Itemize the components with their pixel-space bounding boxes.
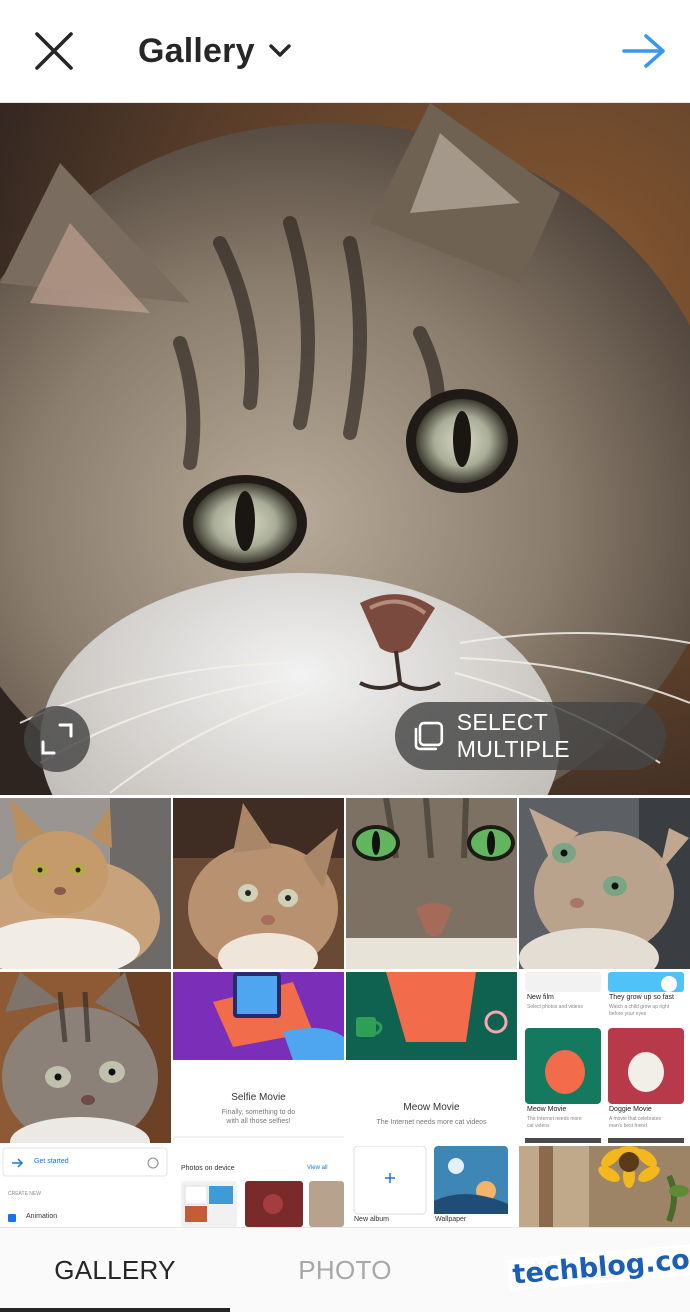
layers-icon (414, 721, 444, 751)
grid-thumbnail-1[interactable] (0, 798, 171, 969)
grid-thumbnail-5[interactable] (0, 972, 171, 1143)
media-grid: Selfie Movie Finally, something to do wi… (0, 795, 690, 1227)
selfie-movie-line-2: with all those selfies! (226, 1118, 291, 1125)
grow-up-sub-2: before your eyes (609, 1011, 647, 1017)
arrow-right-icon (622, 34, 665, 68)
get-started-label: Get started (34, 1158, 69, 1165)
wallpaper-label: Wallpaper (435, 1216, 467, 1223)
new-album-preview (353, 1146, 508, 1215)
close-icon (35, 32, 73, 70)
photos-on-device-label: Photos on device (181, 1165, 235, 1172)
new-album-label: New album (354, 1216, 390, 1223)
doggie-movie-sub-1: A movie that celebrates (609, 1116, 661, 1122)
meow-movie-subtitle: The Internet needs more cat videos (376, 1119, 487, 1126)
view-all-label: View all (307, 1165, 328, 1171)
selfie-movie-title: Selfie Movie (231, 1092, 286, 1103)
kitten-preview-image (0, 103, 690, 795)
doggie-movie-sub-2: man's best friend (609, 1123, 647, 1129)
grid-thumbnail-8[interactable]: New film Select photos and videos They g… (519, 972, 690, 1143)
selfie-movie-line-1: Finally, something to do (221, 1109, 296, 1116)
cat-photo-thumbnail (0, 798, 171, 969)
tab-gallery[interactable]: GALLERY (0, 1228, 230, 1312)
meow-movie-sub-2: cat videos (527, 1123, 550, 1129)
chevron-down-icon (269, 44, 291, 57)
meow-movie-title: Meow Movie (403, 1102, 460, 1113)
grow-up-sub-1: Watch a child grow up right (609, 1004, 670, 1010)
next-button[interactable] (616, 25, 672, 77)
grid-thumbnail-12[interactable] (519, 1146, 690, 1227)
grid-thumbnail-10[interactable]: Photos on device View all (173, 1146, 344, 1227)
grid-thumbnail-11[interactable]: New album Wallpaper (346, 1146, 517, 1227)
grid-thumbnail-9[interactable]: Get started CREATE NEW Animation (0, 1146, 171, 1227)
select-multiple-button[interactable]: SELECT MULTIPLE (395, 702, 666, 770)
cat-photo-thumbnail (519, 798, 690, 969)
meow-illustration (346, 972, 517, 1143)
grid-thumbnail-4[interactable] (519, 798, 690, 969)
sunflower-photo-thumbnail (519, 1146, 690, 1227)
new-film-sub: Select photos and videos (527, 1004, 583, 1010)
create-new-label: CREATE NEW (8, 1191, 41, 1197)
expand-crop-button[interactable] (24, 706, 90, 772)
select-multiple-label: SELECT MULTIPLE (456, 709, 570, 762)
gallery-source-dropdown[interactable]: Gallery (138, 26, 291, 76)
active-tab-indicator (0, 1308, 230, 1312)
new-film-label: New film (527, 994, 554, 1001)
close-button[interactable] (28, 25, 80, 77)
meow-movie-label: Meow Movie (527, 1106, 567, 1113)
grid-thumbnail-2[interactable] (173, 798, 344, 969)
cat-photo-thumbnail (346, 798, 517, 969)
page-title: Gallery (138, 31, 255, 70)
top-bar: Gallery (0, 0, 690, 103)
expand-icon (41, 723, 73, 755)
animation-label: Animation (26, 1213, 58, 1220)
cat-photo-thumbnail (0, 972, 171, 1143)
selected-image-preview[interactable]: SELECT MULTIPLE (0, 103, 690, 795)
grid-thumbnail-3[interactable] (346, 798, 517, 969)
photos-on-device-preview (181, 1181, 344, 1227)
meow-movie-sub-1: The Internet needs more (527, 1116, 582, 1122)
grid-thumbnail-7[interactable]: Meow Movie The Internet needs more cat v… (346, 972, 517, 1143)
tab-photo[interactable]: PHOTO (230, 1228, 460, 1312)
grow-up-label: They grow up so fast (609, 994, 674, 1001)
doggie-movie-label: Doggie Movie (609, 1106, 652, 1113)
cat-photo-thumbnail (173, 798, 344, 969)
grid-thumbnail-6[interactable]: Selfie Movie Finally, something to do wi… (173, 972, 344, 1143)
